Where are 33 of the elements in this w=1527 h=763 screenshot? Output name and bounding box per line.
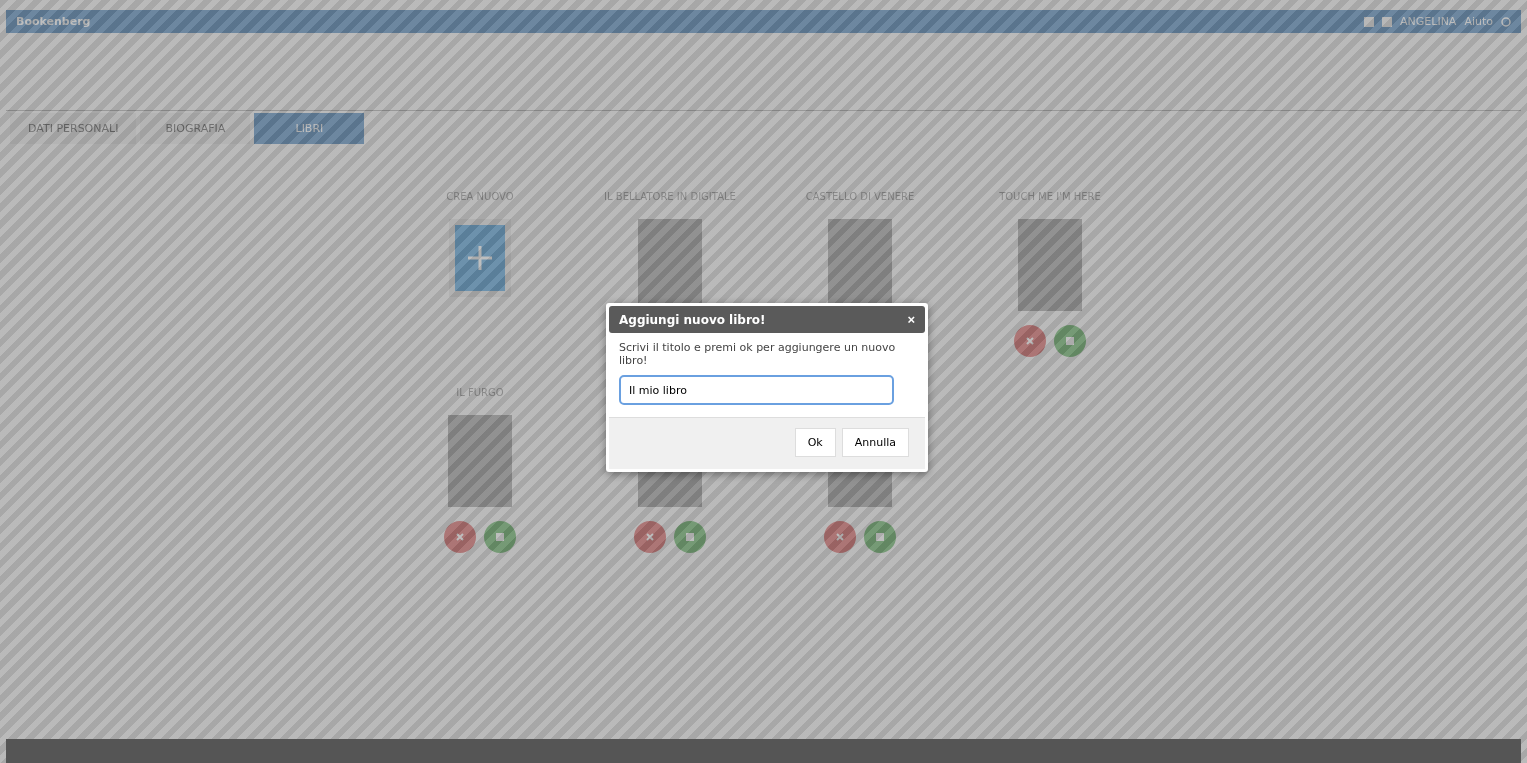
social-icon[interactable] — [1382, 16, 1393, 27]
close-button[interactable]: × — [907, 312, 915, 327]
title-input[interactable]: Il mio libro — [619, 375, 894, 406]
dialog-button[interactable]: Ok — [794, 428, 836, 458]
save-icon — [685, 532, 695, 542]
save-button[interactable] — [484, 521, 516, 553]
save-icon — [875, 532, 885, 542]
save-icon — [495, 532, 505, 542]
delete-button[interactable] — [824, 521, 856, 553]
delete-button[interactable] — [444, 521, 476, 553]
power-icon[interactable] — [1501, 16, 1511, 27]
user-name[interactable]: ANGELINA — [1400, 15, 1457, 28]
delete-button[interactable] — [1014, 325, 1046, 357]
save-button[interactable] — [1054, 325, 1086, 357]
help-link[interactable]: Aiuto — [1464, 15, 1493, 28]
tab[interactable]: LIBRI — [254, 113, 365, 144]
save-icon — [1065, 336, 1075, 346]
delete-button[interactable] — [634, 521, 666, 553]
close-icon — [1025, 336, 1035, 346]
close-icon — [645, 532, 655, 542]
dialog-button[interactable]: Annulla — [841, 428, 909, 458]
create-book-button[interactable] — [449, 219, 511, 297]
close-icon — [835, 532, 845, 542]
plus-icon — [467, 245, 493, 271]
dialog-title: Aggiungi nuovo libro! — [619, 312, 766, 327]
app-title: Bookenberg — [16, 15, 92, 28]
tab[interactable]: BIOGRAFIA — [140, 113, 251, 144]
social-icon[interactable] — [1364, 16, 1375, 27]
tab[interactable]: DATI PERSONALI — [10, 113, 137, 144]
save-button[interactable] — [674, 521, 706, 553]
dialog-message: Scrivi il titolo e premi ok per aggiungere un nuovo libro! — [619, 341, 897, 368]
close-icon — [455, 532, 465, 542]
save-button[interactable] — [864, 521, 896, 553]
